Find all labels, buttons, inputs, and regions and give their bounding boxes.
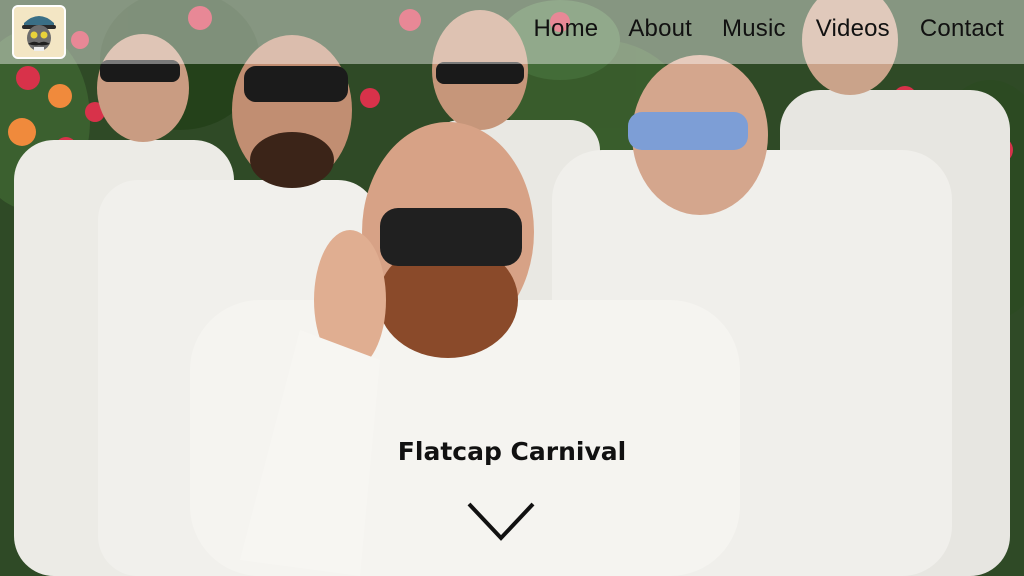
hero-section xyxy=(0,0,1024,576)
nav-home-link[interactable]: Home xyxy=(534,17,599,41)
mustache-skull-logo-icon xyxy=(14,7,64,57)
nav-videos-link[interactable]: Videos xyxy=(816,17,890,41)
scroll-down-button[interactable] xyxy=(466,500,536,544)
site-logo[interactable] xyxy=(12,5,66,59)
nav-music-link[interactable]: Music xyxy=(722,17,786,41)
band-photo xyxy=(0,0,1024,576)
nav-contact-link[interactable]: Contact xyxy=(920,17,1004,41)
band-name-heading: Flatcap Carnival xyxy=(397,437,627,466)
chevron-down-icon xyxy=(467,502,535,541)
nav-about-link[interactable]: About xyxy=(628,17,692,41)
top-navigation-bar: Home About Music Videos Contact xyxy=(0,0,1024,64)
main-nav: Home About Music Videos Contact xyxy=(504,0,1005,64)
